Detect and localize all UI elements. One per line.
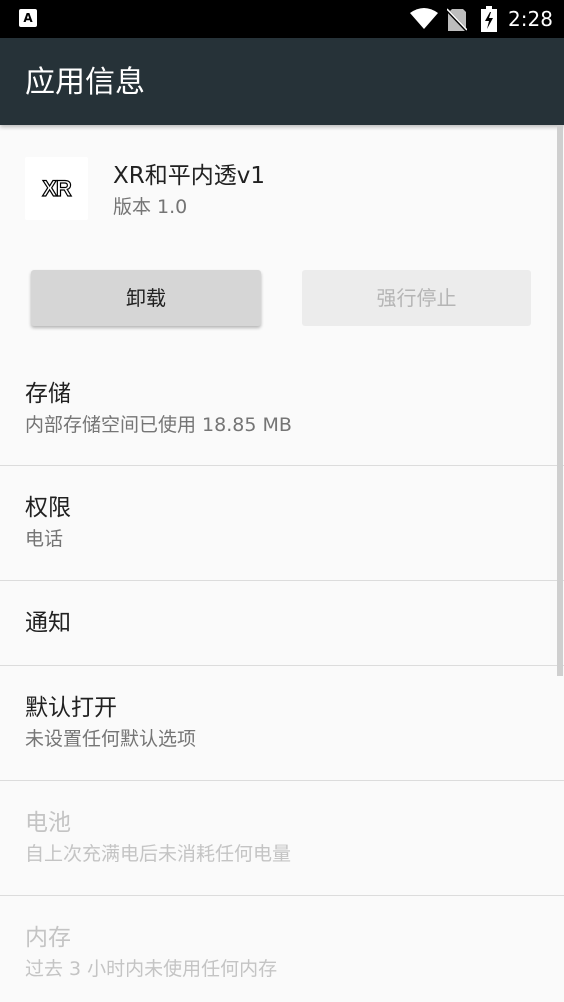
open-by-default-subtitle: 未设置任何默认选项 — [25, 728, 197, 750]
app-logo: XR — [25, 157, 88, 220]
status-time: 2:28 — [508, 7, 553, 31]
notifications-title: 通知 — [25, 610, 71, 636]
memory-subtitle: 过去 3 小时内未使用任何内存 — [25, 958, 278, 980]
permissions-title: 权限 — [25, 495, 71, 521]
battery-row: 电池 自上次充满电后未消耗任何电量 — [0, 781, 564, 895]
battery-title: 电池 — [25, 810, 71, 836]
permissions-subtitle: 电话 — [25, 528, 64, 550]
storage-title: 存储 — [25, 381, 71, 407]
storage-subtitle: 内部存储空间已使用 18.85 MB — [25, 414, 292, 436]
app-logo-text: XR — [42, 175, 73, 201]
permissions-row[interactable]: 权限 电话 — [0, 466, 564, 580]
app-info-content[interactable]: XR XR和平内透v1 版本 1.0 卸载 强行停止 存储 内部存储空间已使用 … — [0, 125, 564, 1002]
app-bar: 应用信息 — [0, 38, 564, 125]
storage-row[interactable]: 存储 内部存储空间已使用 18.85 MB — [0, 370, 564, 465]
app-header: XR XR和平内透v1 版本 1.0 — [0, 125, 564, 265]
wifi-icon — [410, 8, 438, 29]
open-by-default-row[interactable]: 默认打开 未设置任何默认选项 — [0, 666, 564, 780]
notifications-row[interactable]: 通知 — [0, 581, 564, 665]
battery-charging-icon — [481, 6, 497, 32]
force-stop-button: 强行停止 — [302, 270, 531, 326]
scrollbar[interactable] — [557, 125, 563, 676]
status-bar: A 2:28 — [0, 0, 564, 38]
app-version: 版本 1.0 — [113, 196, 188, 218]
app-name: XR和平内透v1 — [113, 163, 265, 189]
open-by-default-title: 默认打开 — [25, 695, 117, 721]
uninstall-button[interactable]: 卸载 — [31, 270, 261, 326]
memory-row: 内存 过去 3 小时内未使用任何内存 — [0, 896, 564, 1002]
battery-subtitle: 自上次充满电后未消耗任何电量 — [25, 843, 292, 865]
app-notification-icon: A — [19, 9, 37, 27]
memory-title: 内存 — [25, 925, 71, 951]
no-sim-icon — [447, 8, 467, 32]
page-title: 应用信息 — [25, 65, 145, 100]
